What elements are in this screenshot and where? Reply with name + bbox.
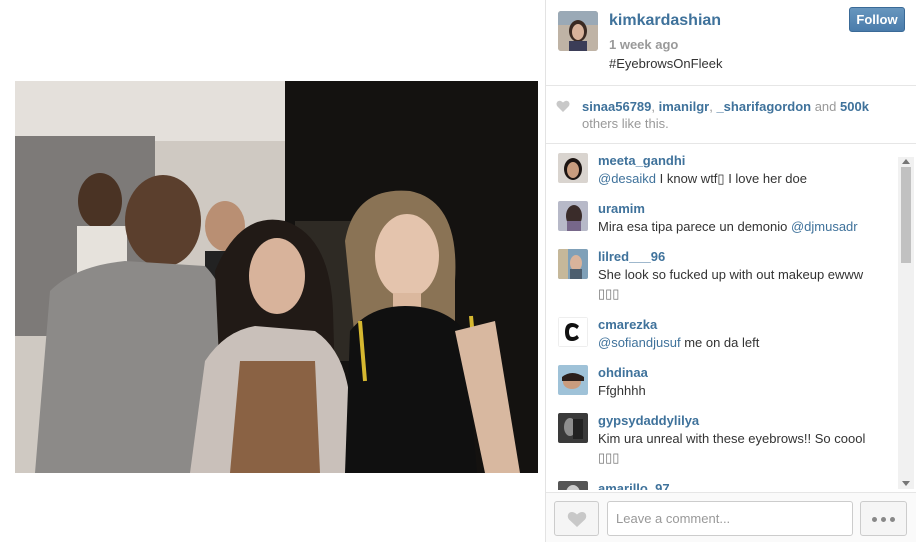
likes-count[interactable]: 500k	[840, 99, 869, 114]
post-timestamp[interactable]: 1 week ago	[609, 37, 678, 52]
comment-text: Kim ura unreal with these eyebrows!! So …	[598, 429, 898, 448]
post-photo[interactable]	[15, 81, 538, 473]
comment-text: @sofiandjusuf me on da left	[598, 333, 898, 352]
comment-text: She look so fucked up with out makeup ew…	[598, 265, 898, 284]
mention-link[interactable]: @sofiandjusuf	[598, 335, 681, 350]
comment-emoji: ▯▯▯	[598, 450, 620, 465]
mention-link[interactable]: @djmusadr	[791, 219, 858, 234]
comments-list[interactable]: meeta_gandhi @desaikd I know wtf▯ I love…	[546, 145, 898, 490]
likes-separator: ,	[651, 99, 659, 114]
comment-text: @desaikd I know wtf▯ I love her doe	[598, 169, 898, 188]
follow-button[interactable]: Follow	[849, 7, 905, 32]
comment-body: She look so fucked up with out makeup ew…	[598, 267, 864, 282]
comment-username[interactable]: meeta_gandhi	[598, 153, 685, 168]
likes-rest: others like this.	[582, 116, 669, 131]
heart-icon	[556, 100, 570, 112]
photo-pane	[0, 0, 546, 542]
post-sidebar: kimkardashian 1 week ago #EyebrowsOnFlee…	[546, 0, 916, 542]
like-button[interactable]	[554, 501, 599, 536]
liker-link[interactable]: sinaa56789	[582, 99, 651, 114]
comment-body: I know wtf▯ I love her doe	[656, 171, 807, 186]
comment-body: Ffghhhh	[598, 383, 646, 398]
heart-icon	[567, 512, 587, 527]
comments-scrollbar[interactable]	[898, 157, 914, 489]
post-caption: #EyebrowsOnFleek	[609, 56, 723, 71]
avatar[interactable]	[558, 11, 598, 51]
comment-username[interactable]: uramim	[598, 201, 645, 216]
comment-username[interactable]: gypsydaddylilya	[598, 413, 699, 428]
comment-username[interactable]: lilred___96	[598, 249, 665, 264]
comment-username[interactable]: cmarezka	[598, 317, 657, 332]
mention-link[interactable]: @desaikd	[598, 171, 656, 186]
scroll-down-arrow-icon[interactable]	[902, 481, 910, 486]
more-dots-icon	[890, 517, 895, 522]
post-username[interactable]: kimkardashian	[609, 12, 721, 30]
more-dots-icon	[872, 517, 877, 522]
more-options-button[interactable]	[860, 501, 907, 536]
comment-body: Kim ura unreal with these eyebrows!! So …	[598, 431, 866, 446]
photo-illustration	[15, 81, 538, 473]
commenter-avatar[interactable]	[558, 201, 588, 231]
comment-username[interactable]: amarillo_97	[598, 481, 670, 490]
comment-input[interactable]	[607, 501, 853, 536]
likes-summary: sinaa56789, imanilgr, _sharifagordon and…	[546, 86, 916, 144]
scrollbar-thumb[interactable]	[901, 167, 911, 263]
post-header: kimkardashian 1 week ago #EyebrowsOnFlee…	[546, 0, 916, 86]
commenter-avatar[interactable]	[558, 317, 588, 347]
commenter-avatar[interactable]	[558, 153, 588, 183]
comment-text: Mira esa tipa parece un demonio @djmusad…	[598, 217, 898, 236]
liker-link[interactable]: _sharifagordon	[716, 99, 811, 114]
comment-body: me on da left	[680, 335, 760, 350]
likes-text: sinaa56789, imanilgr, _sharifagordon and…	[582, 98, 902, 132]
comment-emoji: ▯▯▯	[598, 286, 620, 301]
commenter-avatar[interactable]	[558, 365, 588, 395]
comment-footer	[546, 492, 916, 542]
commenter-avatar[interactable]	[558, 249, 588, 279]
commenter-avatar[interactable]	[558, 481, 588, 490]
commenter-avatar[interactable]	[558, 413, 588, 443]
comment-username[interactable]: ohdinaa	[598, 365, 648, 380]
comment-text: Ffghhhh	[598, 381, 898, 400]
more-dots-icon	[881, 517, 886, 522]
likes-and: and	[811, 99, 840, 114]
comment-body: Mira esa tipa parece un demonio	[598, 219, 791, 234]
liker-link[interactable]: imanilgr	[659, 99, 710, 114]
scroll-up-arrow-icon[interactable]	[902, 159, 910, 164]
